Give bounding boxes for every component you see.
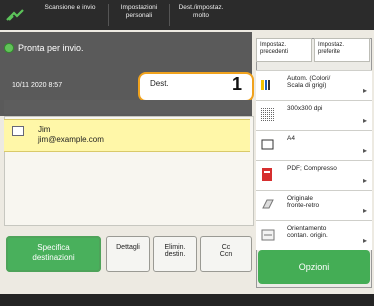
options-button[interactable]: Opzioni <box>258 250 370 284</box>
top-bar: Scansione e invio Impostazioni personali… <box>0 0 374 30</box>
option-text: PDF; Compresso <box>287 165 337 172</box>
button-label: Specifica destinazioni <box>32 243 75 262</box>
color-mode-option[interactable]: Autom. (Colori/ Scala di grigi) ▸ <box>256 70 372 100</box>
option-text: Orientamento contan. origin. <box>287 225 328 239</box>
chevron-icon: ▸ <box>362 146 367 155</box>
resolution-option[interactable]: 300x300 dpi ▸ <box>256 100 372 130</box>
button-label: Impostaz. precedenti <box>260 42 289 55</box>
color-mode-icon <box>261 78 273 90</box>
previous-settings-button[interactable]: Impostaz. precedenti <box>256 38 312 62</box>
tab-scan-send[interactable]: Scansione e invio <box>31 4 109 28</box>
button-label: Dettagli <box>116 244 140 251</box>
list-header <box>4 100 252 114</box>
favorite-settings-button[interactable]: Impostaz. preferite <box>314 38 370 62</box>
paper-size-option[interactable]: A4 ▸ <box>256 130 372 160</box>
status-row: Pronta per invio. <box>4 41 84 55</box>
file-format-option[interactable]: PDF; Compresso ▸ <box>256 160 372 190</box>
details-button[interactable]: Dettagli <box>106 236 150 272</box>
tab-label: Impostazioni personali <box>120 4 158 19</box>
tab-label: Dest./impostaz. molto <box>178 4 224 19</box>
status-indicator-icon <box>4 43 14 53</box>
paper-icon <box>261 138 274 150</box>
recipient-name: Jim <box>38 125 51 134</box>
chevron-icon: ▸ <box>362 236 367 245</box>
email-icon <box>12 126 24 136</box>
button-label: Cc Ccn <box>219 244 233 258</box>
specify-destinations-button[interactable]: Specifica destinazioni <box>6 236 101 272</box>
delete-destination-button[interactable]: Elimin. destin. <box>153 236 197 272</box>
pdf-icon <box>261 168 273 181</box>
button-label: Opzioni <box>298 262 330 272</box>
tab-dest-settings[interactable]: Dest./impostaz. molto <box>171 4 231 28</box>
home-icon[interactable] <box>0 0 30 30</box>
bottom-bar <box>0 294 374 306</box>
chevron-icon: ▸ <box>362 116 367 125</box>
chevron-icon: ▸ <box>362 176 367 185</box>
orientation-option[interactable]: Orientamento contan. origin. ▸ <box>256 220 372 250</box>
resolution-icon <box>261 108 275 122</box>
tab-label: Scansione e invio <box>44 4 96 11</box>
recipient-email: jim@example.com <box>38 135 104 144</box>
status-text: Pronta per invio. <box>18 43 84 53</box>
option-text: A4 <box>287 135 295 142</box>
tab-personal[interactable]: Impostazioni personali <box>110 4 168 28</box>
option-text: Autom. (Colori/ Scala di grigi) <box>287 75 331 89</box>
dest-count: 1 <box>232 74 243 94</box>
datetime: 10/11 2020 8:57 <box>12 82 63 89</box>
orientation-icon <box>261 228 275 241</box>
chevron-icon: ▸ <box>362 86 367 95</box>
button-label: Impostaz. preferite <box>318 42 345 55</box>
button-label: Elimin. destin. <box>164 244 186 258</box>
option-text: Originale fronte-retro <box>287 195 320 209</box>
duplex-icon <box>261 198 274 210</box>
list-item[interactable]: Jim jim@example.com <box>4 119 250 152</box>
chevron-icon: ▸ <box>362 206 367 215</box>
dest-label: Dest. <box>150 79 169 88</box>
duplex-original-option[interactable]: Originale fronte-retro ▸ <box>256 190 372 220</box>
option-text: 300x300 dpi <box>287 105 323 112</box>
cc-bcc-button[interactable]: Cc Ccn <box>200 236 252 272</box>
